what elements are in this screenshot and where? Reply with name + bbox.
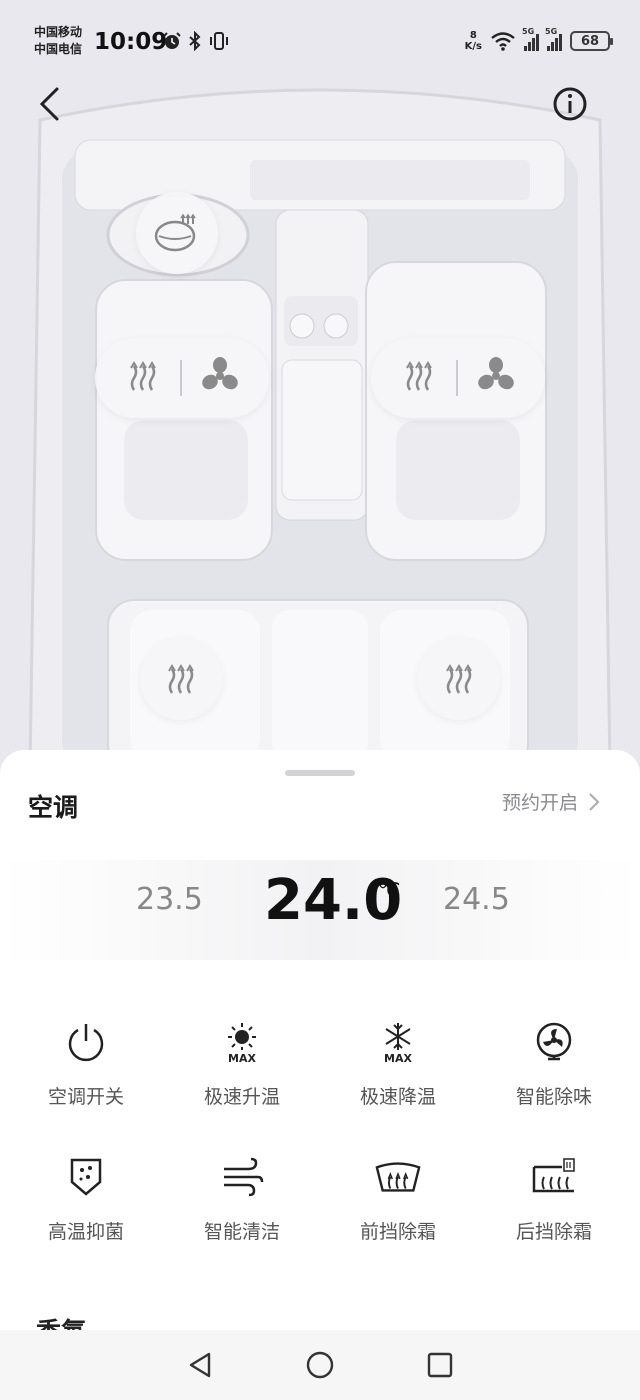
schedule-label: 预约开启: [501, 792, 578, 814]
car-overview: [0, 0, 640, 770]
driver-seat-heat-button[interactable]: [125, 358, 161, 398]
nav-home-button[interactable]: [300, 1345, 340, 1385]
steering-wheel-heat-icon: [154, 213, 196, 252]
driver-seat-vent-button[interactable]: [201, 357, 239, 399]
back-button[interactable]: [30, 84, 70, 124]
driver-seat-controls: [95, 338, 269, 418]
carrier-1: 中国移动: [34, 25, 83, 39]
circle-home-icon: [306, 1351, 334, 1379]
seat-heat-icon: [168, 664, 194, 694]
temp-option-lower[interactable]: 23.5: [136, 882, 203, 917]
info-button[interactable]: [550, 84, 590, 124]
snowflake-max-icon: MAX: [384, 1023, 412, 1064]
rear-defrost-icon: [532, 1158, 575, 1193]
front-defrost-button[interactable]: 前挡除霜: [320, 1153, 476, 1244]
func-label: 高温抑菌: [47, 1221, 124, 1243]
seat-fan-icon: [202, 357, 239, 390]
seat-heat-icon: [129, 361, 156, 391]
system-nav-bar: [0, 1330, 640, 1400]
ac-function-grid: 空调开关 MAX 极速升温 MAX 极速降温 智能除味 高温抑菌 智能清洁 前挡…: [8, 1018, 632, 1244]
info-circle-icon: [553, 87, 587, 121]
temp-unit: ℃: [378, 878, 401, 902]
nav-back-button[interactable]: [180, 1345, 220, 1385]
func-label: 智能清洁: [203, 1221, 280, 1243]
smart-deodorize-button[interactable]: 智能除味: [476, 1018, 632, 1109]
chevron-left-icon: [39, 87, 59, 121]
sun-max-icon: MAX: [228, 1023, 256, 1064]
func-label: 极速降温: [359, 1086, 436, 1108]
seat-heat-icon: [405, 361, 432, 391]
divider: [455, 360, 458, 396]
rear-defrost-button[interactable]: 后挡除霜: [476, 1153, 632, 1244]
passenger-seat-heat-button[interactable]: [401, 358, 437, 398]
carrier-2: 中国电信: [34, 42, 83, 56]
rear-right-heat-button[interactable]: [418, 638, 500, 720]
svg-text:MAX: MAX: [228, 1052, 256, 1064]
func-label: 后挡除霜: [515, 1221, 592, 1243]
ac-bottom-sheet: 空调 预约开启 23.5 24.0 ℃ 24.5 空调开关 MAX 极速升温 M…: [0, 750, 640, 1400]
chevron-right-icon: [589, 792, 600, 811]
high-temp-sterilize-button[interactable]: 高温抑菌: [8, 1153, 164, 1244]
triangle-back-icon: [189, 1352, 211, 1378]
front-defrost-icon: [375, 1162, 421, 1192]
rapid-heat-button[interactable]: MAX 极速升温: [164, 1018, 320, 1109]
sheet-handle[interactable]: [285, 770, 355, 776]
wind-icon: [224, 1157, 264, 1197]
rapid-cool-button[interactable]: MAX 极速降温: [320, 1018, 476, 1109]
temperature-picker[interactable]: 23.5 24.0 ℃ 24.5: [0, 860, 640, 960]
steering-heat-button[interactable]: [136, 192, 218, 274]
ac-power-button[interactable]: 空调开关: [8, 1018, 164, 1109]
nav-recent-button[interactable]: [420, 1345, 460, 1385]
passenger-seat-controls: [371, 338, 545, 418]
schedule-button[interactable]: 预约开启: [502, 788, 600, 815]
func-label: 智能除味: [515, 1086, 592, 1108]
sterilize-icon: [70, 1158, 102, 1196]
ac-title: 空调: [28, 793, 79, 822]
seat-heat-icon: [446, 664, 472, 694]
func-label: 空调开关: [47, 1086, 124, 1108]
smart-clean-button[interactable]: 智能清洁: [164, 1153, 320, 1244]
divider: [179, 360, 182, 396]
status-bar: 中国移动 中国电信: [0, 0, 640, 80]
seat-fan-icon: [478, 357, 515, 390]
passenger-seat-vent-button[interactable]: [477, 357, 515, 399]
svg-text:MAX: MAX: [384, 1052, 412, 1064]
fan-icon: [536, 1022, 572, 1061]
temp-option-higher[interactable]: 24.5: [443, 882, 510, 917]
func-label: 极速升温: [203, 1086, 280, 1108]
rear-left-heat-button[interactable]: [140, 638, 222, 720]
func-label: 前挡除霜: [359, 1221, 436, 1243]
power-icon: [68, 1024, 104, 1062]
square-recent-icon: [427, 1352, 453, 1378]
carrier-names: 中国移动 中国电信: [34, 24, 82, 80]
